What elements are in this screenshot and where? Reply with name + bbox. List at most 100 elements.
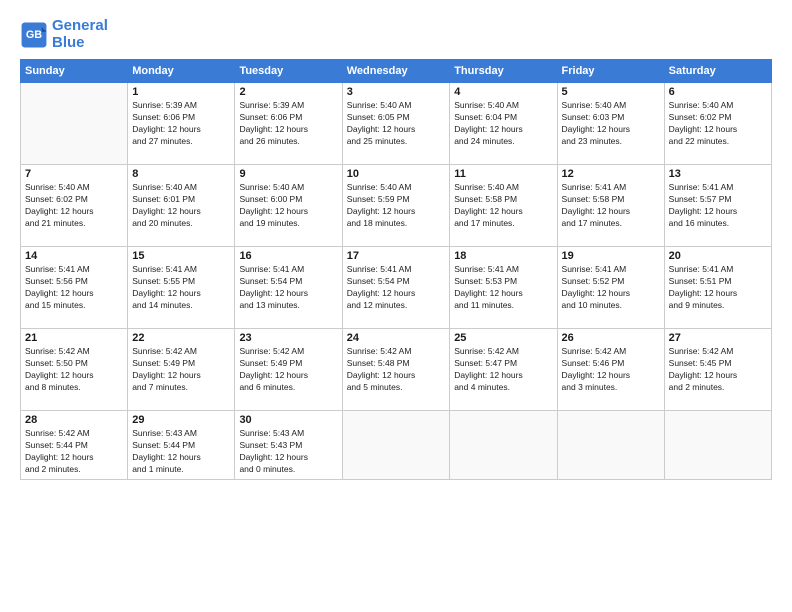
calendar-cell (557, 411, 664, 480)
day-number: 2 (239, 86, 337, 98)
calendar-cell: 10 Sunrise: 5:40 AM Sunset: 5:59 PM Dayli… (342, 165, 449, 247)
day-number: 15 (132, 250, 230, 262)
weekday-header-saturday: Saturday (664, 60, 771, 83)
day-number: 17 (347, 250, 445, 262)
calendar-cell: 30 Sunrise: 5:43 AM Sunset: 5:43 PM Dayli… (235, 411, 342, 480)
week-row-3: 14Sunrise: 5:41 AM Sunset: 5:56 PM Dayli… (21, 247, 772, 329)
calendar-cell (21, 83, 128, 165)
header: GB General Blue (20, 18, 772, 51)
logo-text-blue: Blue (52, 35, 108, 52)
day-number: 14 (25, 250, 123, 262)
day-number: 28 (25, 414, 123, 426)
day-info: Sunrise: 5:42 AM Sunset: 5:50 PM Dayligh… (25, 346, 123, 394)
calendar-cell (664, 411, 771, 480)
day-info: Sunrise: 5:40 AM Sunset: 5:58 PM Dayligh… (454, 182, 552, 230)
day-number: 7 (25, 168, 123, 180)
day-number: 3 (347, 86, 445, 98)
day-number: 20 (669, 250, 767, 262)
logo: GB General Blue (20, 18, 108, 51)
day-info: Sunrise: 5:41 AM Sunset: 5:53 PM Dayligh… (454, 264, 552, 312)
day-number: 24 (347, 332, 445, 344)
day-info: Sunrise: 5:42 AM Sunset: 5:46 PM Dayligh… (562, 346, 660, 394)
day-number: 29 (132, 414, 230, 426)
day-info: Sunrise: 5:41 AM Sunset: 5:52 PM Dayligh… (562, 264, 660, 312)
calendar-cell: 8 Sunrise: 5:40 AM Sunset: 6:01 PM Daylig… (128, 165, 235, 247)
calendar-cell: 22Sunrise: 5:42 AM Sunset: 5:49 PM Dayli… (128, 329, 235, 411)
day-info: Sunrise: 5:40 AM Sunset: 6:01 PM Dayligh… (132, 182, 230, 230)
day-number: 21 (25, 332, 123, 344)
day-number: 26 (562, 332, 660, 344)
calendar-cell: 21 Sunrise: 5:42 AM Sunset: 5:50 PM Dayli… (21, 329, 128, 411)
calendar-cell: 3 Sunrise: 5:40 AM Sunset: 6:05 PM Daylig… (342, 83, 449, 165)
calendar-cell: 14Sunrise: 5:41 AM Sunset: 5:56 PM Dayli… (21, 247, 128, 329)
weekday-header-monday: Monday (128, 60, 235, 83)
day-number: 4 (454, 86, 552, 98)
calendar-cell (450, 411, 557, 480)
day-number: 22 (132, 332, 230, 344)
day-info: Sunrise: 5:41 AM Sunset: 5:58 PM Dayligh… (562, 182, 660, 230)
day-info: Sunrise: 5:40 AM Sunset: 6:05 PM Dayligh… (347, 100, 445, 148)
day-number: 25 (454, 332, 552, 344)
day-number: 11 (454, 168, 552, 180)
day-info: Sunrise: 5:42 AM Sunset: 5:45 PM Dayligh… (669, 346, 767, 394)
day-info: Sunrise: 5:40 AM Sunset: 6:03 PM Dayligh… (562, 100, 660, 148)
calendar-cell: 27 Sunrise: 5:42 AM Sunset: 5:45 PM Dayli… (664, 329, 771, 411)
day-number: 10 (347, 168, 445, 180)
week-row-1: 1Sunrise: 5:39 AM Sunset: 6:06 PM Daylig… (21, 83, 772, 165)
day-number: 8 (132, 168, 230, 180)
calendar-cell: 15 Sunrise: 5:41 AM Sunset: 5:55 PM Dayli… (128, 247, 235, 329)
day-number: 19 (562, 250, 660, 262)
day-info: Sunrise: 5:41 AM Sunset: 5:54 PM Dayligh… (347, 264, 445, 312)
calendar-cell: 1Sunrise: 5:39 AM Sunset: 6:06 PM Daylig… (128, 83, 235, 165)
week-row-4: 21 Sunrise: 5:42 AM Sunset: 5:50 PM Dayli… (21, 329, 772, 411)
weekday-header-friday: Friday (557, 60, 664, 83)
day-info: Sunrise: 5:43 AM Sunset: 5:43 PM Dayligh… (239, 428, 337, 476)
day-info: Sunrise: 5:40 AM Sunset: 6:00 PM Dayligh… (239, 182, 337, 230)
day-number: 6 (669, 86, 767, 98)
day-number: 30 (239, 414, 337, 426)
day-number: 18 (454, 250, 552, 262)
calendar-cell: 2 Sunrise: 5:39 AM Sunset: 6:06 PM Daylig… (235, 83, 342, 165)
week-row-5: 28 Sunrise: 5:42 AM Sunset: 5:44 PM Dayli… (21, 411, 772, 480)
day-info: Sunrise: 5:41 AM Sunset: 5:55 PM Dayligh… (132, 264, 230, 312)
calendar-cell: 24 Sunrise: 5:42 AM Sunset: 5:48 PM Dayli… (342, 329, 449, 411)
calendar-cell: 28 Sunrise: 5:42 AM Sunset: 5:44 PM Dayli… (21, 411, 128, 480)
day-number: 5 (562, 86, 660, 98)
day-info: Sunrise: 5:42 AM Sunset: 5:48 PM Dayligh… (347, 346, 445, 394)
day-info: Sunrise: 5:40 AM Sunset: 6:04 PM Dayligh… (454, 100, 552, 148)
weekday-header-wednesday: Wednesday (342, 60, 449, 83)
calendar-cell: 4 Sunrise: 5:40 AM Sunset: 6:04 PM Daylig… (450, 83, 557, 165)
weekday-header-thursday: Thursday (450, 60, 557, 83)
day-info: Sunrise: 5:40 AM Sunset: 5:59 PM Dayligh… (347, 182, 445, 230)
calendar-cell: 11 Sunrise: 5:40 AM Sunset: 5:58 PM Dayli… (450, 165, 557, 247)
calendar-cell: 20 Sunrise: 5:41 AM Sunset: 5:51 PM Dayli… (664, 247, 771, 329)
day-number: 16 (239, 250, 337, 262)
logo-icon: GB (20, 21, 48, 49)
day-info: Sunrise: 5:43 AM Sunset: 5:44 PM Dayligh… (132, 428, 230, 476)
calendar-cell: 7Sunrise: 5:40 AM Sunset: 6:02 PM Daylig… (21, 165, 128, 247)
day-number: 9 (239, 168, 337, 180)
calendar-cell (342, 411, 449, 480)
day-number: 23 (239, 332, 337, 344)
day-info: Sunrise: 5:41 AM Sunset: 5:54 PM Dayligh… (239, 264, 337, 312)
day-info: Sunrise: 5:42 AM Sunset: 5:49 PM Dayligh… (239, 346, 337, 394)
calendar-cell: 19 Sunrise: 5:41 AM Sunset: 5:52 PM Dayli… (557, 247, 664, 329)
calendar-cell: 23 Sunrise: 5:42 AM Sunset: 5:49 PM Dayli… (235, 329, 342, 411)
day-info: Sunrise: 5:42 AM Sunset: 5:44 PM Dayligh… (25, 428, 123, 476)
week-row-2: 7Sunrise: 5:40 AM Sunset: 6:02 PM Daylig… (21, 165, 772, 247)
calendar-cell: 6 Sunrise: 5:40 AM Sunset: 6:02 PM Daylig… (664, 83, 771, 165)
day-info: Sunrise: 5:41 AM Sunset: 5:51 PM Dayligh… (669, 264, 767, 312)
calendar-cell: 18 Sunrise: 5:41 AM Sunset: 5:53 PM Dayli… (450, 247, 557, 329)
day-number: 27 (669, 332, 767, 344)
calendar-cell: 9 Sunrise: 5:40 AM Sunset: 6:00 PM Daylig… (235, 165, 342, 247)
day-info: Sunrise: 5:40 AM Sunset: 6:02 PM Dayligh… (669, 100, 767, 148)
day-info: Sunrise: 5:39 AM Sunset: 6:06 PM Dayligh… (239, 100, 337, 148)
day-number: 13 (669, 168, 767, 180)
weekday-header-row: SundayMondayTuesdayWednesdayThursdayFrid… (21, 60, 772, 83)
logo-text-general: General (52, 18, 108, 35)
day-info: Sunrise: 5:42 AM Sunset: 5:47 PM Dayligh… (454, 346, 552, 394)
weekday-header-sunday: Sunday (21, 60, 128, 83)
day-info: Sunrise: 5:41 AM Sunset: 5:57 PM Dayligh… (669, 182, 767, 230)
svg-text:GB: GB (26, 29, 42, 41)
day-info: Sunrise: 5:39 AM Sunset: 6:06 PM Dayligh… (132, 100, 230, 148)
